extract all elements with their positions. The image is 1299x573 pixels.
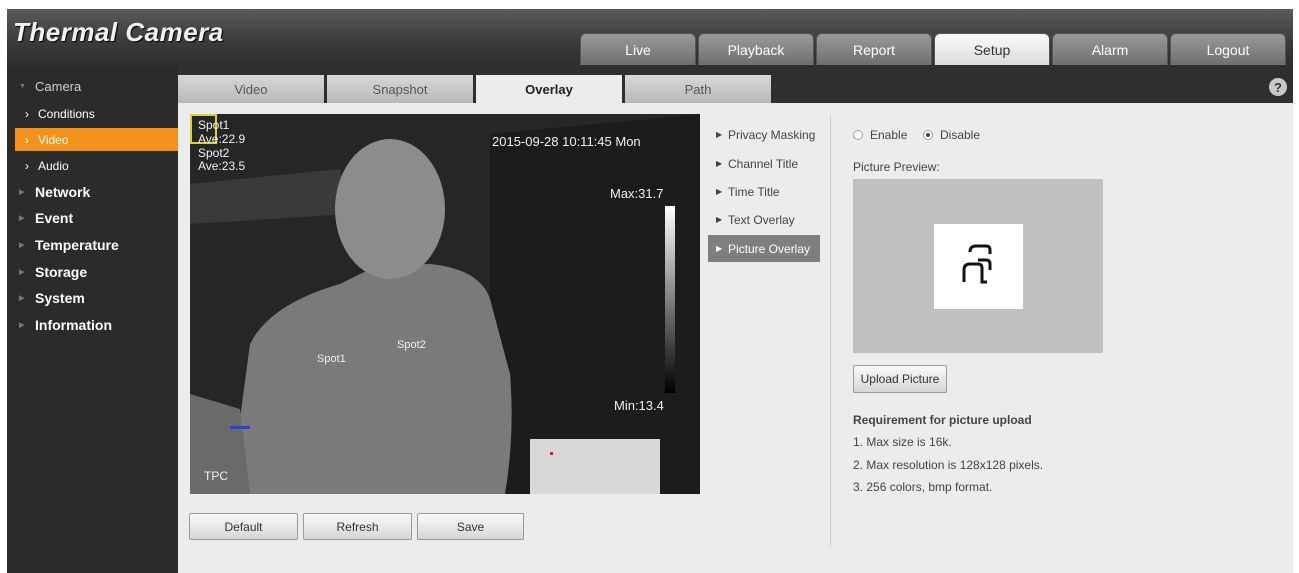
nav-alarm[interactable]: Alarm bbox=[1052, 33, 1168, 65]
max-temperature: Max:31.7 bbox=[610, 186, 664, 201]
preview-image bbox=[934, 224, 1023, 309]
help-icon[interactable]: ? bbox=[1269, 78, 1287, 96]
sidebar-item-label: Audio bbox=[38, 158, 69, 173]
triangle-right-icon: ▶ bbox=[19, 269, 25, 276]
tab-bar: Video Snapshot Overlay Path ? bbox=[178, 65, 1293, 103]
refresh-button[interactable]: Refresh bbox=[303, 513, 412, 540]
tab-snapshot[interactable]: Snapshot bbox=[327, 75, 473, 103]
divider bbox=[830, 114, 831, 546]
triangle-right-icon: ▶ bbox=[19, 295, 25, 302]
nav-report[interactable]: Report bbox=[816, 33, 932, 65]
enable-label: Enable bbox=[870, 128, 908, 142]
sidebar-item-label: Storage bbox=[35, 264, 88, 280]
default-button[interactable]: Default bbox=[189, 513, 298, 540]
sidebar-item-audio[interactable]: › Audio bbox=[15, 154, 178, 177]
nav-setup[interactable]: Setup bbox=[934, 33, 1050, 65]
requirement-item: 3. 256 colors, bmp format. bbox=[853, 480, 993, 494]
main-content: Video Snapshot Overlay Path ? Spot1 Ave:… bbox=[178, 65, 1293, 573]
sidebar-item-label: Video bbox=[38, 132, 69, 147]
video-preview[interactable]: Spot1 Ave:22.9 Spot2 Ave:23.5 2015-09-28… bbox=[190, 114, 700, 494]
sidebar-item-event[interactable]: ▶ Event bbox=[7, 206, 178, 230]
sidebar-item-label: Camera bbox=[35, 78, 82, 94]
sidebar-item-label: Network bbox=[35, 184, 91, 200]
app-title: Thermal Camera bbox=[13, 17, 224, 47]
triangle-right-icon: ▶ bbox=[19, 189, 25, 196]
chevron-right-icon: › bbox=[25, 106, 29, 121]
sidebar-item-label: System bbox=[35, 290, 85, 306]
triangle-right-icon: ▶ bbox=[19, 242, 25, 249]
sidebar-item-label: Temperature bbox=[35, 237, 119, 253]
sidebar-item-label: Conditions bbox=[38, 106, 95, 121]
spot1-marker: Spot1 bbox=[317, 353, 346, 365]
header: Thermal Camera Live Playback Report Setu… bbox=[7, 9, 1293, 65]
disable-radio[interactable] bbox=[923, 130, 933, 140]
nav-logout[interactable]: Logout bbox=[1170, 33, 1286, 65]
disable-label: Disable bbox=[940, 128, 981, 142]
arrow-right-icon: ▶ bbox=[716, 244, 723, 253]
tab-overlay[interactable]: Overlay bbox=[476, 75, 622, 103]
overlay-item-time-title[interactable]: ▶ Time Title bbox=[708, 178, 820, 205]
overlay-item-label: Privacy Masking bbox=[728, 127, 816, 142]
sidebar-item-network[interactable]: ▶ Network bbox=[7, 180, 178, 204]
tab-video[interactable]: Video bbox=[178, 75, 324, 103]
arrow-right-icon: ▶ bbox=[716, 187, 723, 196]
sidebar-item-label: Event bbox=[35, 210, 74, 226]
requirement-title: Requirement for picture upload bbox=[853, 413, 1032, 427]
overlay-item-privacy-masking[interactable]: ▶ Privacy Masking bbox=[708, 121, 820, 148]
triangle-right-icon: ▶ bbox=[19, 215, 25, 222]
sidebar: ▼ Camera › Conditions › Video › Audio ▶ … bbox=[7, 65, 178, 573]
spot1-label: Spot1 bbox=[198, 118, 230, 132]
sidebar-item-information[interactable]: ▶ Information bbox=[7, 313, 178, 337]
logo-glyph-icon bbox=[962, 244, 992, 284]
sidebar-item-temperature[interactable]: ▶ Temperature bbox=[7, 233, 178, 257]
app-window: Thermal Camera Live Playback Report Setu… bbox=[7, 9, 1293, 573]
overlay-item-label: Channel Title bbox=[728, 156, 799, 171]
temperature-scale-bar bbox=[665, 206, 675, 393]
overlay-item-text-overlay[interactable]: ▶ Text Overlay bbox=[708, 206, 820, 233]
min-temperature: Min:13.4 bbox=[614, 398, 664, 413]
arrow-right-icon: ▶ bbox=[716, 130, 723, 139]
picture-preview bbox=[853, 179, 1103, 353]
sidebar-item-system[interactable]: ▶ System bbox=[7, 286, 178, 310]
overlay-item-channel-title[interactable]: ▶ Channel Title bbox=[708, 150, 820, 177]
requirement-item: 2. Max resolution is 128x128 pixels. bbox=[853, 458, 1044, 472]
spot2-average: Ave:23.5 bbox=[198, 159, 246, 173]
upload-picture-button[interactable]: Upload Picture bbox=[853, 365, 947, 393]
nav-playback[interactable]: Playback bbox=[698, 33, 814, 65]
sidebar-item-storage[interactable]: ▶ Storage bbox=[7, 260, 178, 284]
triangle-right-icon: ▶ bbox=[19, 322, 25, 329]
chevron-right-icon: › bbox=[25, 132, 29, 147]
timestamp-overlay: 2015-09-28 10:11:45 Mon bbox=[492, 134, 641, 149]
top-nav: Live Playback Report Setup Alarm Logout bbox=[580, 33, 1286, 65]
enable-radio[interactable] bbox=[853, 130, 863, 140]
overlay-item-label: Picture Overlay bbox=[728, 241, 811, 256]
save-button[interactable]: Save bbox=[417, 513, 524, 540]
overlay-item-label: Time Title bbox=[728, 184, 780, 199]
channel-label: TPC bbox=[204, 469, 228, 483]
sidebar-item-conditions[interactable]: › Conditions bbox=[15, 102, 178, 125]
overlay-item-label: Text Overlay bbox=[728, 212, 795, 227]
tab-path[interactable]: Path bbox=[625, 75, 771, 103]
arrow-right-icon: ▶ bbox=[716, 215, 723, 224]
sidebar-item-camera[interactable]: ▼ Camera bbox=[7, 74, 178, 98]
picture-preview-label: Picture Preview: bbox=[853, 160, 940, 174]
chevron-right-icon: › bbox=[25, 158, 29, 173]
arrow-right-icon: ▶ bbox=[716, 159, 723, 168]
sidebar-item-label: Information bbox=[35, 317, 112, 333]
sidebar-item-video[interactable]: › Video bbox=[15, 128, 178, 151]
spot2-label: Spot2 bbox=[198, 146, 230, 160]
requirement-item: 1. Max size is 16k. bbox=[853, 435, 952, 449]
spot2-marker: Spot2 bbox=[397, 339, 426, 351]
triangle-down-icon: ▼ bbox=[19, 82, 26, 90]
nav-live[interactable]: Live bbox=[580, 33, 696, 65]
thermal-scene bbox=[190, 114, 700, 494]
overlay-item-picture-overlay[interactable]: ▶ Picture Overlay bbox=[708, 235, 820, 262]
spot1-average: Ave:22.9 bbox=[198, 132, 246, 146]
